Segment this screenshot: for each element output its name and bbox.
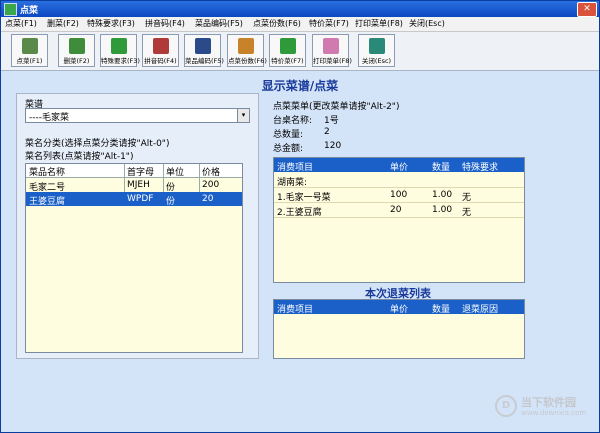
column-header: 消费项目: [277, 305, 314, 315]
quantity-value: 2: [324, 127, 330, 137]
order-window: 点菜 ✕ 点菜(F1) 删菜(F2) 特殊要求(F3) 拼音码(F4) 菜品编码…: [0, 0, 600, 433]
column-header: 价格: [202, 168, 221, 178]
table-name-value: 1号: [324, 116, 339, 126]
category-hint: 菜名分类(选择点菜分类请按"Alt-0"): [25, 139, 170, 149]
menu-close[interactable]: 关闭(Esc): [409, 18, 445, 29]
menu-order[interactable]: 点菜(F1): [5, 18, 37, 29]
order-hint: 点菜菜单(更改菜单请按"Alt-2"): [273, 102, 400, 112]
close-button[interactable]: ✕: [577, 2, 597, 17]
print-button[interactable]: 打印菜单(F8): [312, 34, 352, 67]
exit-icon: [369, 38, 385, 54]
menu-bar: 点菜(F1) 删菜(F2) 特殊要求(F3) 拼音码(F4) 菜品编码(F5) …: [1, 17, 599, 32]
pinyin-button[interactable]: 拼音码(F4): [142, 34, 179, 67]
watermark-title: 当下软件园: [521, 396, 576, 409]
delete-button[interactable]: 删菜(F2): [58, 34, 95, 67]
column-header: 首字母: [127, 168, 155, 178]
table-name-label: 台桌名称:: [273, 116, 313, 126]
group-label: 湖南菜:: [277, 178, 308, 188]
column-header: 单价: [390, 163, 409, 173]
chevron-down-icon[interactable]: ▾: [237, 109, 249, 122]
window-title: 点菜: [20, 6, 39, 16]
discount-icon: [280, 38, 296, 54]
column-header: 数量: [432, 305, 451, 315]
menu-portions[interactable]: 点菜份数(F6): [253, 18, 301, 29]
refund-list[interactable]: 消费项目 单价 数量 退菜原因: [273, 299, 525, 359]
portions-icon: [238, 38, 254, 54]
exit-button[interactable]: 关闭(Esc): [358, 34, 395, 67]
menu-discount[interactable]: 特价菜(F7): [309, 18, 349, 29]
quantity-label: 总数量:: [273, 130, 304, 140]
code-button[interactable]: 菜品编码(F5): [184, 34, 224, 67]
dish-list-header: 菜品名称 首字母 单位 价格: [26, 164, 242, 178]
table-row[interactable]: 1.毛家一号菜 100 1.00 无: [274, 188, 524, 203]
dish-list[interactable]: 菜品名称 首字母 单位 价格 毛家二号 MJEH 份 200 王婆豆腐 WPDF…: [25, 163, 243, 353]
list-hint: 菜名列表(点菜请按"Alt-1"): [25, 152, 134, 162]
refund-list-header: 消费项目 单价 数量 退菜原因: [274, 300, 524, 315]
column-header: 单价: [390, 305, 409, 315]
table-row[interactable]: 2.王婆豆腐 20 1.00 无: [274, 203, 524, 218]
pinyin-icon: [153, 38, 169, 54]
column-header: 消费项目: [277, 163, 314, 173]
title-bar: 点菜 ✕: [1, 1, 599, 17]
print-icon: [323, 38, 339, 54]
order-list[interactable]: 消费项目 单价 数量 特殊要求 湖南菜: 1.毛家一号菜 100 1.00 无 …: [273, 157, 525, 283]
column-header: 单位: [166, 168, 185, 178]
page-title: 显示菜谱/点菜: [261, 79, 339, 93]
order-icon: [22, 38, 38, 54]
app-icon: [4, 3, 17, 16]
discount-button[interactable]: 特价菜(F7): [269, 34, 306, 67]
menu-special[interactable]: 特殊要求(F3): [87, 18, 135, 29]
menu-print[interactable]: 打印菜单(F8): [355, 18, 403, 29]
order-list-header: 消费项目 单价 数量 特殊要求: [274, 158, 524, 173]
portions-button[interactable]: 点菜份数(F6): [227, 34, 267, 67]
delete-icon: [69, 38, 85, 54]
table-row-selected[interactable]: 王婆豆腐 WPDF 份 20: [26, 192, 242, 207]
menu-pinyin[interactable]: 拼音码(F4): [145, 18, 185, 29]
order-button[interactable]: 点菜(F1): [11, 34, 48, 67]
amount-label: 总金额:: [273, 144, 304, 154]
recipe-select[interactable]: ----毛家菜 ▾: [25, 108, 250, 123]
column-header: 菜品名称: [29, 168, 66, 178]
table-row[interactable]: 毛家二号 MJEH 份 200: [26, 178, 242, 193]
recipe-select-value: ----毛家菜: [29, 113, 69, 123]
group-row: 湖南菜:: [274, 173, 524, 188]
special-button[interactable]: 特殊要求(F3): [100, 34, 140, 67]
column-header: 数量: [432, 163, 451, 173]
watermark-logo-icon: D: [495, 395, 517, 417]
amount-value: 120: [324, 141, 342, 151]
column-header: 特殊要求: [462, 163, 499, 173]
toolbar: 点菜(F1) 删菜(F2) 特殊要求(F3) 拼音码(F4) 菜品编码(F5) …: [1, 32, 599, 71]
menu-code[interactable]: 菜品编码(F5): [195, 18, 243, 29]
watermark-url: www.downxia.com: [521, 409, 587, 417]
special-icon: [111, 38, 127, 54]
menu-delete[interactable]: 删菜(F2): [47, 18, 79, 29]
column-header: 退菜原因: [462, 305, 499, 315]
watermark: D 当下软件园 www.downxia.com: [495, 394, 599, 420]
code-icon: [195, 38, 211, 54]
